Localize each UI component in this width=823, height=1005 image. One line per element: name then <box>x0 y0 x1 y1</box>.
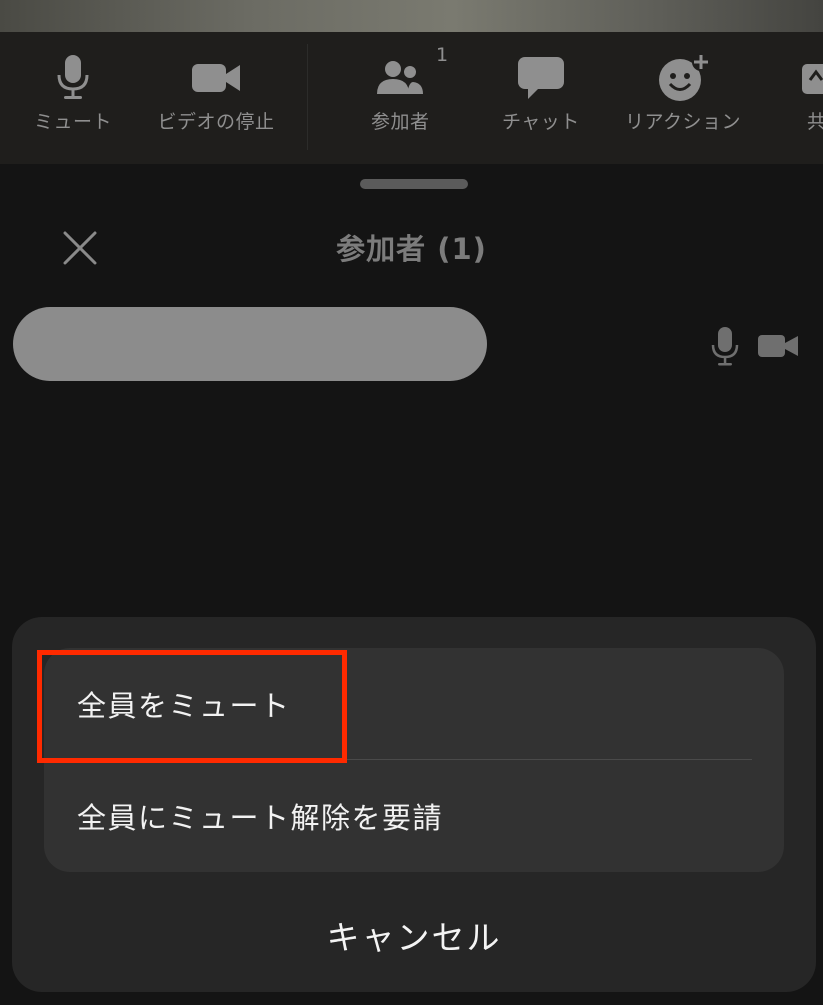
participants-icon <box>371 52 427 104</box>
participants-count-badge: 1 <box>436 44 449 66</box>
participant-microphone-icon[interactable] <box>710 325 740 373</box>
cancel-label: キャンセル <box>326 918 502 957</box>
reaction-button[interactable]: リアクション <box>625 32 741 164</box>
video-camera-icon <box>188 52 244 104</box>
reaction-label: リアクション <box>625 111 742 133</box>
ask-all-unmute-label: 全員にミュート解除を要請 <box>77 801 444 835</box>
reaction-smiley-icon <box>655 52 711 104</box>
share-label: 共 <box>807 111 823 133</box>
panel-title: 参加者 (1) <box>336 232 487 266</box>
meeting-toolbar: ミュート ビデオの停止 参加者 1 チャット リアクション 共 <box>0 32 823 164</box>
video-preview-strip <box>0 0 823 32</box>
toolbar-divider <box>307 44 308 150</box>
ask-all-unmute-option[interactable]: 全員にミュート解除を要請 <box>44 760 784 872</box>
mute-all-label: 全員をミュート <box>77 689 291 723</box>
mute-button[interactable]: ミュート <box>34 32 112 164</box>
participants-label: 参加者 <box>371 111 430 133</box>
microphone-icon <box>45 52 101 104</box>
stop-video-label: ビデオの停止 <box>157 111 275 133</box>
mute-all-option[interactable]: 全員をミュート <box>44 648 784 760</box>
chat-label: チャット <box>502 111 580 133</box>
cancel-button[interactable]: キャンセル <box>12 895 816 975</box>
share-button[interactable]: 共 <box>800 32 823 164</box>
participants-button[interactable]: 参加者 <box>371 32 430 164</box>
participant-video-camera-icon[interactable] <box>757 333 799 363</box>
chat-bubble-icon <box>513 52 569 104</box>
share-icon <box>800 52 823 104</box>
participant-name-redacted[interactable] <box>13 307 487 381</box>
panel-grab-handle[interactable] <box>360 179 468 189</box>
stop-video-button[interactable]: ビデオの停止 <box>158 32 274 164</box>
mute-label: ミュート <box>34 111 113 133</box>
chat-button[interactable]: チャット <box>502 32 579 164</box>
zoom-meeting-screen: ミュート ビデオの停止 参加者 1 チャット リアクション 共 参加者 (1) … <box>0 0 823 1005</box>
